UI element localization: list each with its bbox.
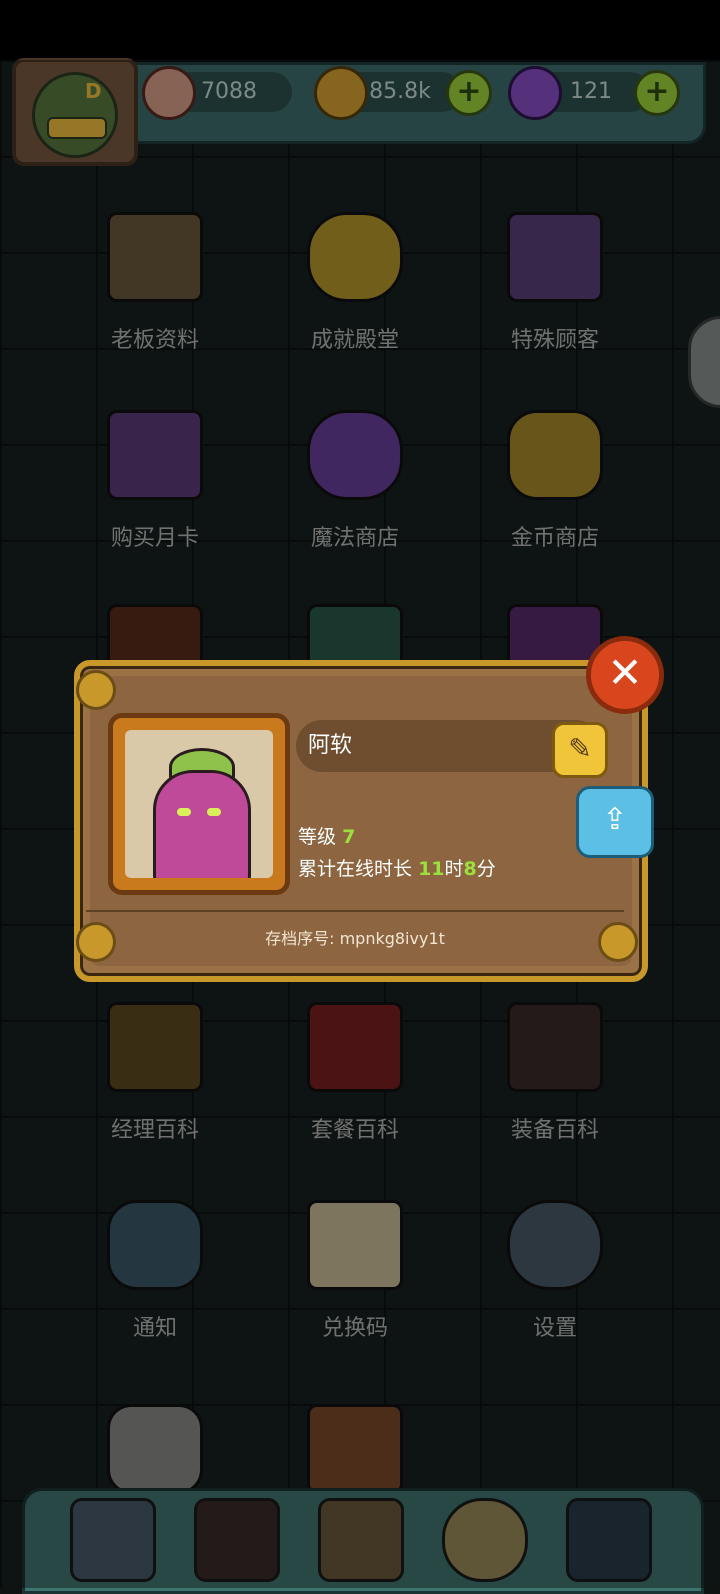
close-button[interactable]: ✕ bbox=[586, 636, 664, 714]
player-portrait bbox=[108, 713, 290, 895]
corner-ornament-icon bbox=[76, 670, 116, 710]
onion-monster-icon bbox=[153, 770, 251, 878]
share-button[interactable]: ⇪ bbox=[576, 786, 654, 858]
status-bar bbox=[0, 0, 720, 60]
dialog-divider bbox=[86, 910, 624, 912]
edit-name-button[interactable]: ✎ bbox=[552, 722, 608, 778]
online-time-line: 累计在线时长 11时8分 bbox=[298, 858, 496, 880]
level-line: 等级 7 bbox=[298, 826, 356, 848]
save-id-label: 存档序号: mpnkg8ivy1t bbox=[265, 929, 445, 948]
